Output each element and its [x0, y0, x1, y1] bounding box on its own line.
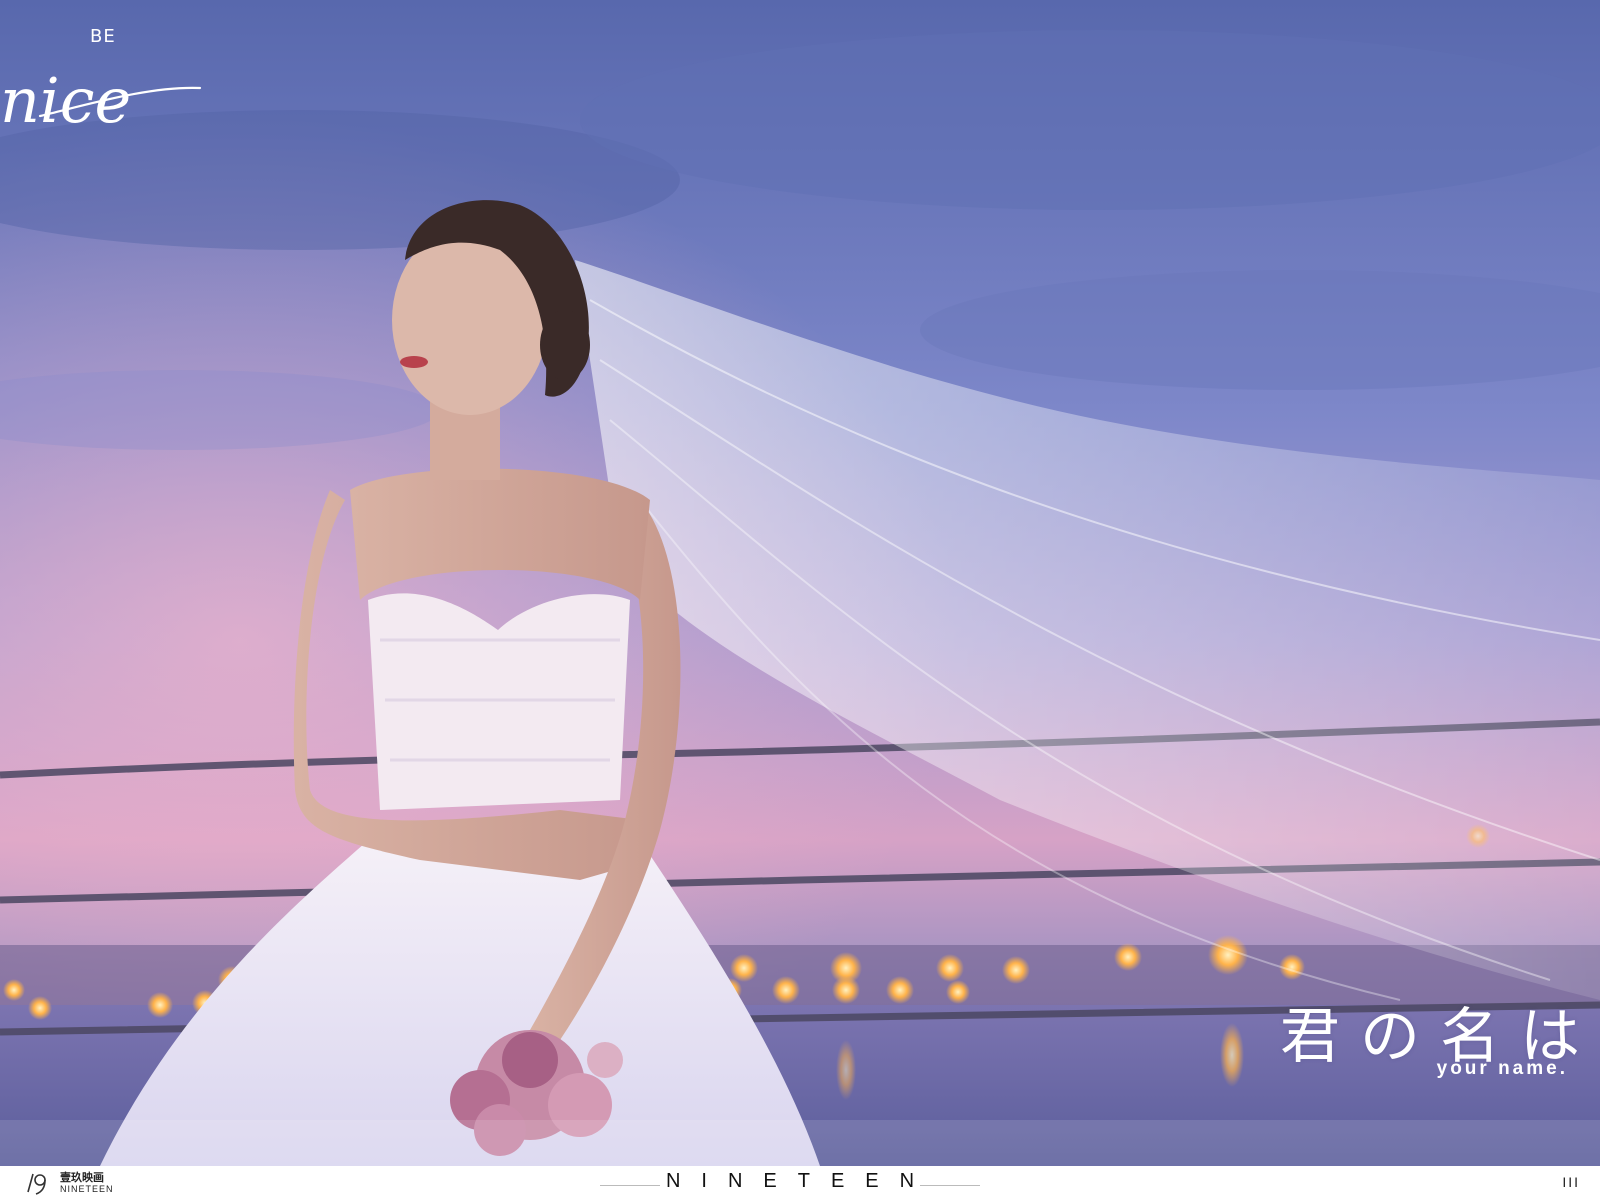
english-subtitle: your name.	[1436, 1058, 1568, 1079]
wedding-photo: BE nice 君の名は your name.	[0, 0, 1600, 1166]
nice-script-logo: nice	[0, 56, 230, 146]
footer-bar: 壹玖映画 NINETEEN NINETEEN III	[0, 1166, 1600, 1200]
studio-logo-text: 壹玖映画 NINETEEN	[60, 1172, 114, 1194]
footer-divider-right	[920, 1185, 980, 1186]
studio-logo-icon	[27, 1173, 46, 1195]
nice-script-flourish: nice	[0, 64, 202, 137]
be-label: BE	[90, 26, 116, 47]
nice-script-text: nice	[0, 64, 131, 137]
page: BE nice 君の名は your name. 壹玖映画 NINETEEN NI…	[0, 0, 1600, 1200]
studio-name-english: NINETEEN	[60, 1184, 114, 1194]
footer-divider-left	[600, 1185, 660, 1186]
footer-brand: NINETEEN	[665, 1170, 936, 1192]
page-number: III	[1562, 1174, 1580, 1190]
studio-logo: 壹玖映画 NINETEEN	[24, 1170, 114, 1196]
footer-brand-block: NINETEEN	[590, 1170, 990, 1193]
studio-name-chinese: 壹玖映画	[60, 1171, 104, 1184]
